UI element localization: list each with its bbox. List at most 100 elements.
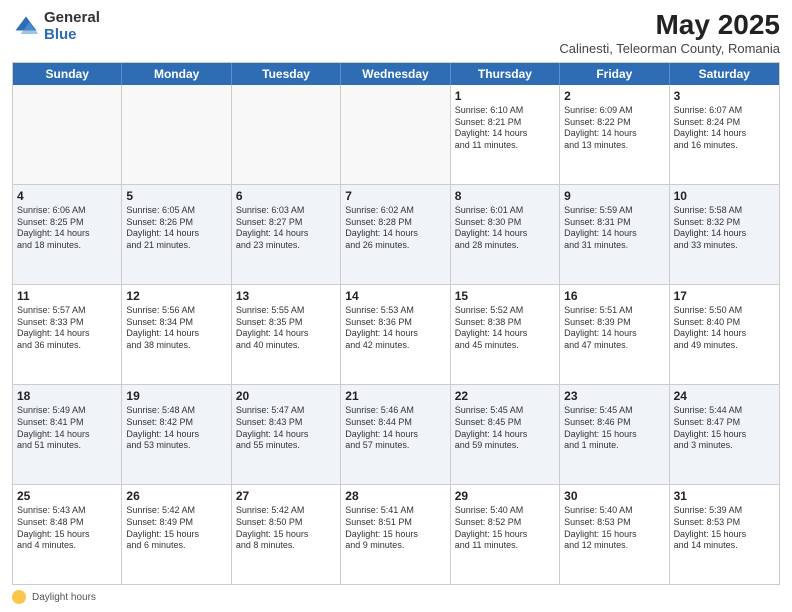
day-number: 9 — [564, 188, 664, 204]
day-number: 23 — [564, 388, 664, 404]
day-info: Sunrise: 5:58 AM Sunset: 8:32 PM Dayligh… — [674, 205, 775, 252]
day-info: Sunrise: 5:59 AM Sunset: 8:31 PM Dayligh… — [564, 205, 664, 252]
day-number: 17 — [674, 288, 775, 304]
day-info: Sunrise: 6:10 AM Sunset: 8:21 PM Dayligh… — [455, 105, 555, 152]
day-cell: 15Sunrise: 5:52 AM Sunset: 8:38 PM Dayli… — [451, 285, 560, 384]
logo-blue: Blue — [44, 27, 100, 44]
day-info: Sunrise: 5:51 AM Sunset: 8:39 PM Dayligh… — [564, 305, 664, 352]
day-cell: 13Sunrise: 5:55 AM Sunset: 8:35 PM Dayli… — [232, 285, 341, 384]
day-cell: 12Sunrise: 5:56 AM Sunset: 8:34 PM Dayli… — [122, 285, 231, 384]
day-number: 22 — [455, 388, 555, 404]
day-number: 7 — [345, 188, 445, 204]
day-number: 14 — [345, 288, 445, 304]
day-info: Sunrise: 5:53 AM Sunset: 8:36 PM Dayligh… — [345, 305, 445, 352]
day-number: 21 — [345, 388, 445, 404]
day-cell: 18Sunrise: 5:49 AM Sunset: 8:41 PM Dayli… — [13, 385, 122, 484]
day-cell: 1Sunrise: 6:10 AM Sunset: 8:21 PM Daylig… — [451, 85, 560, 184]
day-cell: 20Sunrise: 5:47 AM Sunset: 8:43 PM Dayli… — [232, 385, 341, 484]
title-block: May 2025 Calinesti, Teleorman County, Ro… — [559, 10, 780, 56]
day-info: Sunrise: 5:45 AM Sunset: 8:45 PM Dayligh… — [455, 405, 555, 452]
week-row-1: 4Sunrise: 6:06 AM Sunset: 8:25 PM Daylig… — [13, 184, 779, 284]
day-cell: 16Sunrise: 5:51 AM Sunset: 8:39 PM Dayli… — [560, 285, 669, 384]
day-info: Sunrise: 5:42 AM Sunset: 8:49 PM Dayligh… — [126, 505, 226, 552]
month-title: May 2025 — [559, 10, 780, 41]
day-info: Sunrise: 5:48 AM Sunset: 8:42 PM Dayligh… — [126, 405, 226, 452]
day-info: Sunrise: 6:05 AM Sunset: 8:26 PM Dayligh… — [126, 205, 226, 252]
day-number: 31 — [674, 488, 775, 504]
day-number: 8 — [455, 188, 555, 204]
day-info: Sunrise: 5:39 AM Sunset: 8:53 PM Dayligh… — [674, 505, 775, 552]
day-number: 24 — [674, 388, 775, 404]
day-number: 30 — [564, 488, 664, 504]
day-cell — [13, 85, 122, 184]
day-number: 27 — [236, 488, 336, 504]
sun-icon — [12, 590, 26, 604]
day-info: Sunrise: 5:50 AM Sunset: 8:40 PM Dayligh… — [674, 305, 775, 352]
day-info: Sunrise: 5:49 AM Sunset: 8:41 PM Dayligh… — [17, 405, 117, 452]
day-number: 20 — [236, 388, 336, 404]
day-number: 12 — [126, 288, 226, 304]
day-info: Sunrise: 5:45 AM Sunset: 8:46 PM Dayligh… — [564, 405, 664, 452]
day-cell: 14Sunrise: 5:53 AM Sunset: 8:36 PM Dayli… — [341, 285, 450, 384]
day-number: 19 — [126, 388, 226, 404]
page-container: General Blue May 2025 Calinesti, Teleorm… — [0, 0, 792, 612]
day-info: Sunrise: 5:52 AM Sunset: 8:38 PM Dayligh… — [455, 305, 555, 352]
day-header-tuesday: Tuesday — [232, 63, 341, 85]
day-header-thursday: Thursday — [451, 63, 560, 85]
day-cell: 10Sunrise: 5:58 AM Sunset: 8:32 PM Dayli… — [670, 185, 779, 284]
day-cell: 9Sunrise: 5:59 AM Sunset: 8:31 PM Daylig… — [560, 185, 669, 284]
day-info: Sunrise: 5:55 AM Sunset: 8:35 PM Dayligh… — [236, 305, 336, 352]
day-cell: 4Sunrise: 6:06 AM Sunset: 8:25 PM Daylig… — [13, 185, 122, 284]
day-number: 10 — [674, 188, 775, 204]
day-cell — [232, 85, 341, 184]
day-cell: 26Sunrise: 5:42 AM Sunset: 8:49 PM Dayli… — [122, 485, 231, 584]
day-cell: 19Sunrise: 5:48 AM Sunset: 8:42 PM Dayli… — [122, 385, 231, 484]
calendar: SundayMondayTuesdayWednesdayThursdayFrid… — [12, 62, 780, 585]
day-number: 2 — [564, 88, 664, 104]
week-row-2: 11Sunrise: 5:57 AM Sunset: 8:33 PM Dayli… — [13, 284, 779, 384]
day-info: Sunrise: 5:47 AM Sunset: 8:43 PM Dayligh… — [236, 405, 336, 452]
day-cell: 11Sunrise: 5:57 AM Sunset: 8:33 PM Dayli… — [13, 285, 122, 384]
day-cell: 8Sunrise: 6:01 AM Sunset: 8:30 PM Daylig… — [451, 185, 560, 284]
day-header-sunday: Sunday — [13, 63, 122, 85]
week-row-4: 25Sunrise: 5:43 AM Sunset: 8:48 PM Dayli… — [13, 484, 779, 584]
day-info: Sunrise: 5:40 AM Sunset: 8:53 PM Dayligh… — [564, 505, 664, 552]
day-info: Sunrise: 5:43 AM Sunset: 8:48 PM Dayligh… — [17, 505, 117, 552]
day-cell: 31Sunrise: 5:39 AM Sunset: 8:53 PM Dayli… — [670, 485, 779, 584]
day-cell — [122, 85, 231, 184]
day-header-saturday: Saturday — [670, 63, 779, 85]
day-cell: 23Sunrise: 5:45 AM Sunset: 8:46 PM Dayli… — [560, 385, 669, 484]
page-header: General Blue May 2025 Calinesti, Teleorm… — [12, 10, 780, 56]
logo-text: General Blue — [44, 10, 100, 43]
day-info: Sunrise: 6:01 AM Sunset: 8:30 PM Dayligh… — [455, 205, 555, 252]
week-row-3: 18Sunrise: 5:49 AM Sunset: 8:41 PM Dayli… — [13, 384, 779, 484]
day-number: 29 — [455, 488, 555, 504]
day-cell: 22Sunrise: 5:45 AM Sunset: 8:45 PM Dayli… — [451, 385, 560, 484]
day-cell: 17Sunrise: 5:50 AM Sunset: 8:40 PM Dayli… — [670, 285, 779, 384]
day-cell: 2Sunrise: 6:09 AM Sunset: 8:22 PM Daylig… — [560, 85, 669, 184]
day-number: 18 — [17, 388, 117, 404]
day-info: Sunrise: 5:44 AM Sunset: 8:47 PM Dayligh… — [674, 405, 775, 452]
legend: Daylight hours — [12, 590, 780, 604]
day-info: Sunrise: 5:46 AM Sunset: 8:44 PM Dayligh… — [345, 405, 445, 452]
day-number: 5 — [126, 188, 226, 204]
day-info: Sunrise: 5:56 AM Sunset: 8:34 PM Dayligh… — [126, 305, 226, 352]
day-number: 16 — [564, 288, 664, 304]
day-header-wednesday: Wednesday — [341, 63, 450, 85]
day-number: 1 — [455, 88, 555, 104]
day-number: 6 — [236, 188, 336, 204]
day-cell: 29Sunrise: 5:40 AM Sunset: 8:52 PM Dayli… — [451, 485, 560, 584]
day-info: Sunrise: 5:41 AM Sunset: 8:51 PM Dayligh… — [345, 505, 445, 552]
day-cell — [341, 85, 450, 184]
day-cell: 30Sunrise: 5:40 AM Sunset: 8:53 PM Dayli… — [560, 485, 669, 584]
day-cell: 21Sunrise: 5:46 AM Sunset: 8:44 PM Dayli… — [341, 385, 450, 484]
day-number: 3 — [674, 88, 775, 104]
day-number: 11 — [17, 288, 117, 304]
week-row-0: 1Sunrise: 6:10 AM Sunset: 8:21 PM Daylig… — [13, 85, 779, 184]
day-number: 26 — [126, 488, 226, 504]
day-info: Sunrise: 6:06 AM Sunset: 8:25 PM Dayligh… — [17, 205, 117, 252]
day-number: 25 — [17, 488, 117, 504]
day-number: 28 — [345, 488, 445, 504]
day-cell: 7Sunrise: 6:02 AM Sunset: 8:28 PM Daylig… — [341, 185, 450, 284]
daylight-label: Daylight hours — [32, 592, 96, 603]
